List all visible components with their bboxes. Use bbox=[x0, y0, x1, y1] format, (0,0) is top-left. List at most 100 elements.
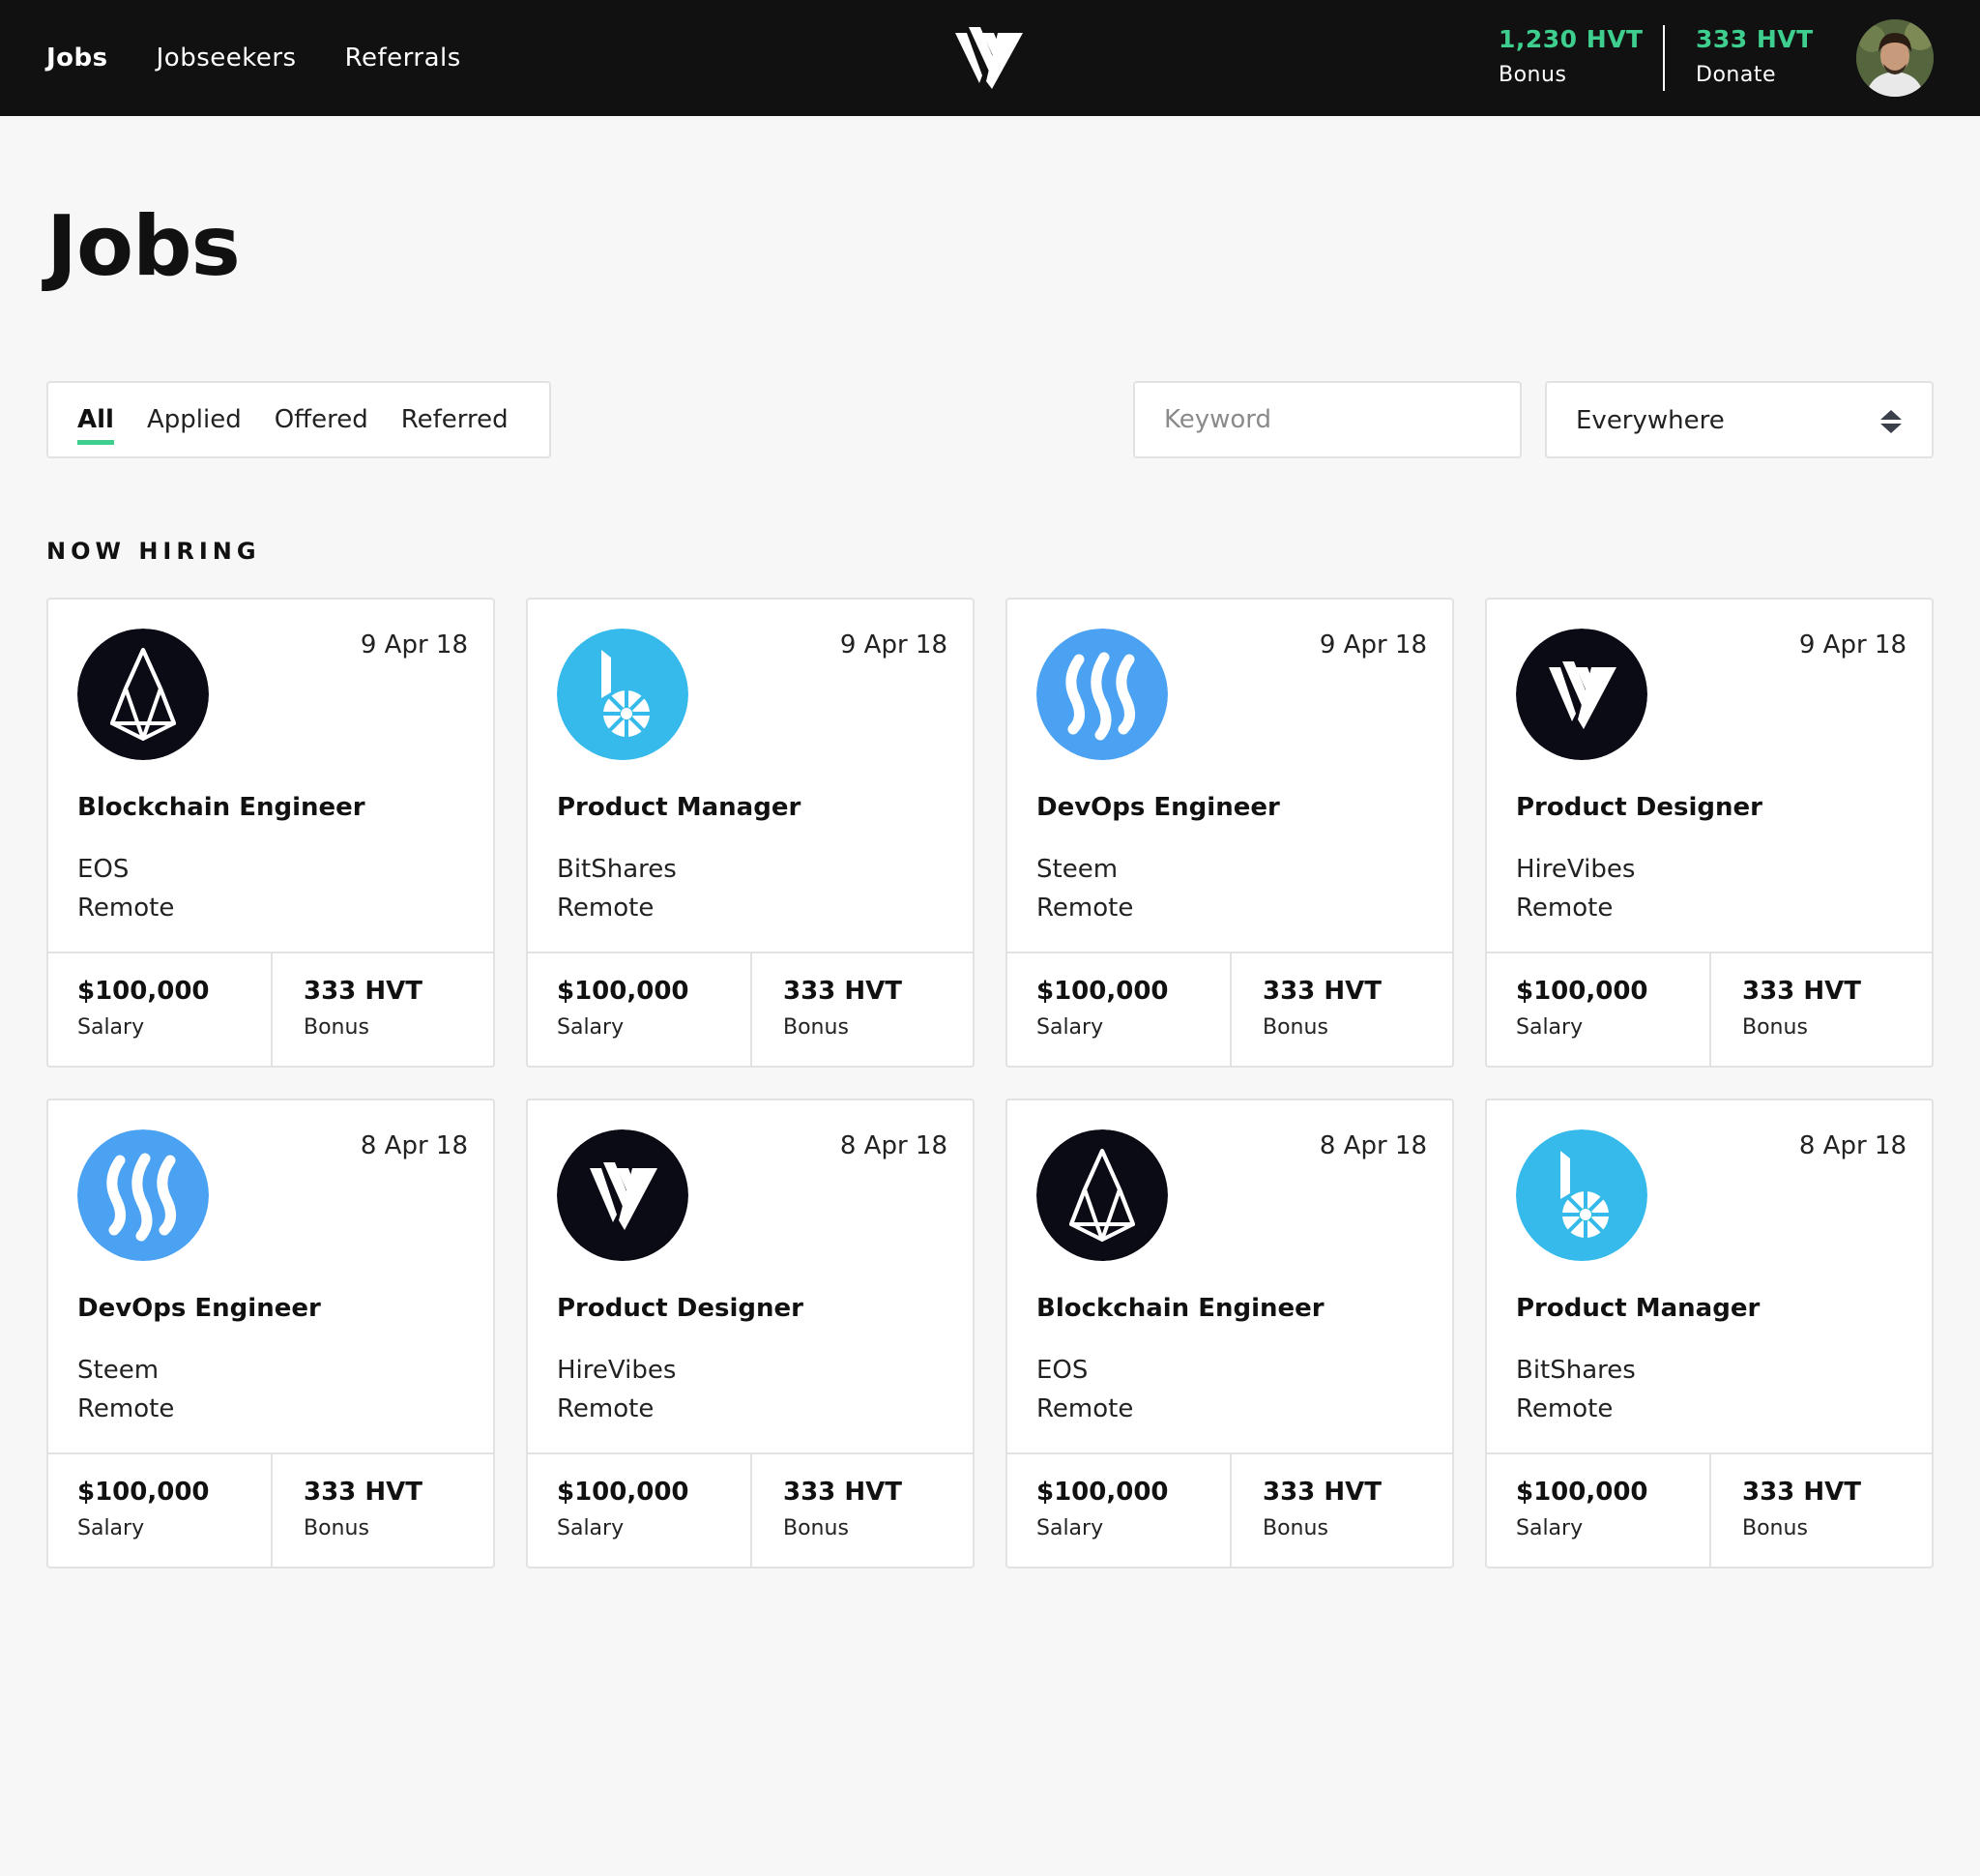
job-title[interactable]: Product Manager bbox=[557, 793, 801, 822]
user-avatar[interactable] bbox=[1856, 19, 1934, 97]
salary-cell: $100,000 Salary bbox=[1007, 1454, 1230, 1567]
location-select-value: Everywhere bbox=[1576, 406, 1725, 435]
job-card[interactable]: 8 Apr 18 Blockchain Engineer EOS Remote … bbox=[1005, 1099, 1454, 1568]
job-card-grid: 9 Apr 18 Blockchain Engineer EOS Remote … bbox=[46, 598, 1934, 1568]
salary-value: $100,000 bbox=[1036, 977, 1169, 1006]
tab-all[interactable]: All bbox=[77, 381, 114, 458]
bitshares-icon bbox=[557, 629, 688, 760]
bitshares-icon bbox=[1516, 1129, 1647, 1261]
bonus-label: Bonus bbox=[1742, 1015, 1808, 1040]
job-card[interactable]: 8 Apr 18 Product Manager BitShares Remot… bbox=[1485, 1099, 1934, 1568]
bonus-stat[interactable]: 1,230 HVT Bonus bbox=[1499, 25, 1644, 87]
tab-referred[interactable]: Referred bbox=[401, 381, 509, 458]
job-title[interactable]: DevOps Engineer bbox=[1036, 793, 1280, 822]
job-date: 9 Apr 18 bbox=[360, 630, 468, 660]
stat-divider bbox=[1663, 25, 1665, 91]
salary-cell: $100,000 Salary bbox=[1007, 953, 1230, 1066]
job-title[interactable]: Blockchain Engineer bbox=[77, 793, 365, 822]
job-company: BitShares bbox=[557, 855, 677, 884]
job-card[interactable]: 9 Apr 18 Product Manager BitShares Remot… bbox=[526, 598, 975, 1068]
tab-applied[interactable]: Applied bbox=[147, 381, 242, 458]
job-location: Remote bbox=[77, 1394, 175, 1423]
job-card[interactable]: 8 Apr 18 DevOps Engineer Steem Remote $1… bbox=[46, 1099, 495, 1568]
job-company: HireVibes bbox=[1516, 855, 1636, 884]
hirevibes-logo-icon[interactable] bbox=[953, 25, 1025, 91]
bonus-label: Bonus bbox=[1263, 1516, 1328, 1540]
salary-label: Salary bbox=[1036, 1015, 1104, 1040]
keyword-search-box bbox=[1133, 381, 1522, 458]
job-company: EOS bbox=[1036, 1356, 1089, 1385]
bonus-value: 333 HVT bbox=[1263, 1478, 1382, 1507]
steem-icon bbox=[77, 1129, 209, 1261]
bonus-cell: 333 HVT Bonus bbox=[750, 953, 973, 1066]
job-location: Remote bbox=[1036, 894, 1134, 923]
bonus-value: 333 HVT bbox=[783, 977, 902, 1006]
job-card-footer: $100,000 Salary 333 HVT Bonus bbox=[528, 952, 973, 1066]
sort-caret-icon bbox=[1880, 410, 1902, 433]
job-company: HireVibes bbox=[557, 1356, 677, 1385]
salary-value: $100,000 bbox=[557, 1478, 689, 1507]
bonus-label: Bonus bbox=[1742, 1516, 1808, 1540]
job-date: 9 Apr 18 bbox=[839, 630, 947, 660]
eos-icon bbox=[77, 629, 209, 760]
job-card[interactable]: 8 Apr 18 Product Designer HireVibes Remo… bbox=[526, 1099, 975, 1568]
section-title-now-hiring: NOW HIRING bbox=[46, 538, 261, 565]
page-title: Jobs bbox=[46, 198, 241, 295]
location-select[interactable]: Everywhere bbox=[1545, 381, 1934, 458]
job-card[interactable]: 9 Apr 18 Product Designer HireVibes Remo… bbox=[1485, 598, 1934, 1068]
job-location: Remote bbox=[1036, 1394, 1134, 1423]
job-title[interactable]: Blockchain Engineer bbox=[1036, 1294, 1325, 1323]
job-date: 8 Apr 18 bbox=[360, 1131, 468, 1160]
job-card[interactable]: 9 Apr 18 DevOps Engineer Steem Remote $1… bbox=[1005, 598, 1454, 1068]
salary-label: Salary bbox=[1516, 1015, 1584, 1040]
bonus-stat-label: Bonus bbox=[1499, 63, 1567, 87]
salary-value: $100,000 bbox=[1516, 1478, 1648, 1507]
job-company: Steem bbox=[1036, 855, 1119, 884]
job-card[interactable]: 9 Apr 18 Blockchain Engineer EOS Remote … bbox=[46, 598, 495, 1068]
donate-stat-value: 333 HVT bbox=[1696, 25, 1814, 53]
job-company: BitShares bbox=[1516, 1356, 1636, 1385]
job-company: Steem bbox=[77, 1356, 160, 1385]
steem-icon bbox=[1036, 629, 1168, 760]
salary-label: Salary bbox=[557, 1516, 625, 1540]
job-title[interactable]: Product Designer bbox=[1516, 793, 1762, 822]
eos-icon bbox=[1036, 1129, 1168, 1261]
job-card-footer: $100,000 Salary 333 HVT Bonus bbox=[1007, 952, 1452, 1066]
salary-cell: $100,000 Salary bbox=[1487, 953, 1709, 1066]
nav-item-jobs[interactable]: Jobs bbox=[46, 44, 108, 73]
bonus-label: Bonus bbox=[304, 1516, 369, 1540]
bonus-cell: 333 HVT Bonus bbox=[1709, 953, 1932, 1066]
salary-label: Salary bbox=[557, 1015, 625, 1040]
job-filter-tabs: All Applied Offered Referred bbox=[46, 381, 551, 458]
bonus-cell: 333 HVT Bonus bbox=[271, 953, 493, 1066]
bonus-value: 333 HVT bbox=[783, 1478, 902, 1507]
salary-label: Salary bbox=[1516, 1516, 1584, 1540]
bonus-value: 333 HVT bbox=[1742, 1478, 1861, 1507]
keyword-input[interactable] bbox=[1135, 383, 1520, 456]
nav-item-jobseekers[interactable]: Jobseekers bbox=[157, 44, 297, 73]
top-navigation-bar: Jobs Jobseekers Referrals 1,230 HVT Bonu… bbox=[0, 0, 1980, 116]
job-card-footer: $100,000 Salary 333 HVT Bonus bbox=[1007, 1452, 1452, 1567]
nav-item-referrals[interactable]: Referrals bbox=[345, 44, 461, 73]
job-date: 9 Apr 18 bbox=[1319, 630, 1427, 660]
job-title[interactable]: Product Designer bbox=[557, 1294, 803, 1323]
bonus-label: Bonus bbox=[783, 1516, 849, 1540]
job-card-footer: $100,000 Salary 333 HVT Bonus bbox=[48, 952, 493, 1066]
job-card-footer: $100,000 Salary 333 HVT Bonus bbox=[528, 1452, 973, 1567]
salary-label: Salary bbox=[77, 1516, 145, 1540]
job-title[interactable]: DevOps Engineer bbox=[77, 1294, 321, 1323]
salary-cell: $100,000 Salary bbox=[528, 953, 750, 1066]
job-date: 8 Apr 18 bbox=[1319, 1131, 1427, 1160]
bonus-stat-value: 1,230 HVT bbox=[1499, 25, 1644, 53]
job-date: 9 Apr 18 bbox=[1798, 630, 1907, 660]
salary-cell: $100,000 Salary bbox=[1487, 1454, 1709, 1567]
salary-value: $100,000 bbox=[1036, 1478, 1169, 1507]
bonus-label: Bonus bbox=[304, 1015, 369, 1040]
bonus-label: Bonus bbox=[783, 1015, 849, 1040]
tab-offered[interactable]: Offered bbox=[275, 381, 368, 458]
job-location: Remote bbox=[1516, 894, 1614, 923]
job-title[interactable]: Product Manager bbox=[1516, 1294, 1760, 1323]
job-date: 8 Apr 18 bbox=[1798, 1131, 1907, 1160]
bonus-label: Bonus bbox=[1263, 1015, 1328, 1040]
donate-stat[interactable]: 333 HVT Donate bbox=[1696, 25, 1814, 87]
